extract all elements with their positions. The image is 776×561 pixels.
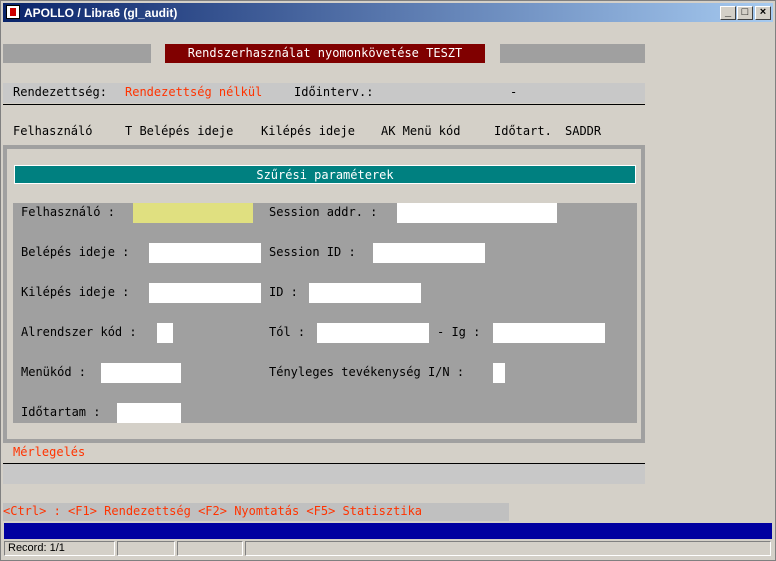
status-bar: Record: 1/1 — [3, 540, 775, 558]
record-indicator: Record: 1/1 — [4, 541, 115, 556]
order-label: Rendezettség: — [13, 85, 107, 99]
header-strip-right — [500, 44, 645, 63]
id-input[interactable] — [309, 283, 421, 303]
session-id-label: Session ID : — [269, 245, 356, 259]
col-menu-code[interactable]: AK Menü kód — [381, 124, 460, 138]
logout-time-input[interactable] — [149, 283, 261, 303]
duration-input[interactable] — [117, 403, 181, 423]
summary-strip — [3, 464, 645, 484]
user-label: Felhasználó : — [21, 205, 115, 219]
window-title: APOLLO / Libra6 (gl_audit) — [24, 6, 178, 20]
menu-code-label: Menükód : — [21, 365, 87, 379]
subsystem-code-label: Alrendszer kód : — [21, 325, 137, 339]
from-label: Tól : — [269, 325, 306, 339]
filter-fields-area — [13, 203, 637, 423]
order-value: Rendezettség nélkül — [125, 85, 263, 99]
filter-banner: Szűrési paraméterek — [14, 165, 636, 184]
status-cell-3 — [177, 541, 243, 556]
minimize-button[interactable]: _ — [720, 6, 736, 20]
session-id-input[interactable] — [373, 243, 485, 263]
to-label: - Ig : — [437, 325, 481, 339]
col-login-time[interactable]: T Belépés ideje — [125, 124, 233, 138]
login-time-label: Belépés ideje : — [21, 245, 130, 259]
col-logout-time[interactable]: Kilépés ideje — [261, 124, 355, 138]
duration-label: Időtartam : — [21, 405, 101, 419]
close-button[interactable]: × — [755, 6, 771, 20]
page-title: Rendszerhasználat nyomonkövetése TESZT — [165, 44, 485, 63]
col-saddr[interactable]: SADDR — [565, 124, 601, 138]
shortcut-bar: <Ctrl> : <F1> Rendezettség <F2> Nyomtatá… — [3, 503, 509, 521]
form-canvas: Rendszerhasználat nyomonkövetése TESZT R… — [3, 25, 645, 484]
from-input[interactable] — [317, 323, 429, 343]
session-addr-label: Session addr. : — [269, 205, 378, 219]
app-icon — [6, 5, 20, 19]
header-strip-left — [3, 44, 151, 63]
message-bar — [4, 523, 772, 539]
app-window: APOLLO / Libra6 (gl_audit) _ □ × Rendsze… — [0, 0, 776, 561]
actual-activity-input[interactable] — [493, 363, 505, 383]
interval-label: Időinterv.: — [294, 85, 374, 99]
summary-label: Mérlegelés — [13, 445, 86, 459]
session-addr-input[interactable] — [397, 203, 557, 223]
user-input[interactable] — [133, 203, 253, 223]
subsystem-code-input[interactable] — [157, 323, 173, 343]
title-bar: APOLLO / Libra6 (gl_audit) _ □ × — [3, 3, 773, 22]
divider — [3, 104, 645, 105]
col-duration[interactable]: Időtart. — [494, 124, 552, 138]
interval-separator: - — [510, 85, 518, 99]
status-cell-2 — [117, 541, 175, 556]
id-label: ID : — [269, 285, 298, 299]
logout-time-label: Kilépés ideje : — [21, 285, 130, 299]
login-time-input[interactable] — [149, 243, 261, 263]
to-input[interactable] — [493, 323, 605, 343]
maximize-button[interactable]: □ — [737, 6, 753, 20]
actual-activity-label: Tényleges tevékenység I/N : — [269, 365, 465, 379]
menu-code-input[interactable] — [101, 363, 181, 383]
col-user[interactable]: Felhasználó — [13, 124, 92, 138]
status-cell-4 — [245, 541, 771, 556]
